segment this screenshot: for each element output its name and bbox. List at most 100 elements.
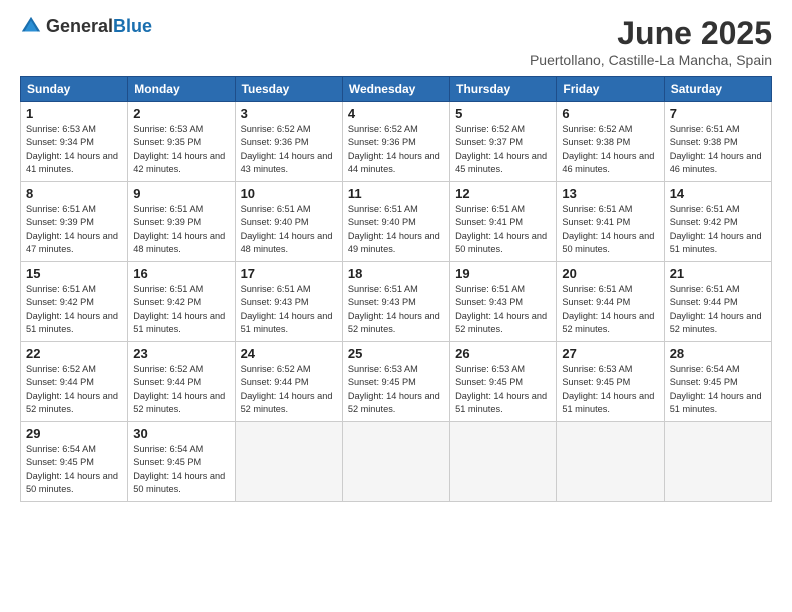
day-number: 24: [241, 346, 337, 361]
day-info: Sunrise: 6:51 AM Sunset: 9:40 PM Dayligh…: [348, 203, 444, 256]
day-number: 28: [670, 346, 766, 361]
day-number: 14: [670, 186, 766, 201]
day-number: 20: [562, 266, 658, 281]
day-info: Sunrise: 6:54 AM Sunset: 9:45 PM Dayligh…: [133, 443, 229, 496]
day-info: Sunrise: 6:51 AM Sunset: 9:42 PM Dayligh…: [670, 203, 766, 256]
month-title: June 2025: [530, 15, 772, 52]
day-number: 23: [133, 346, 229, 361]
empty-cell: [664, 422, 771, 502]
day-cell: 7 Sunrise: 6:51 AM Sunset: 9:38 PM Dayli…: [664, 102, 771, 182]
day-cell: 5 Sunrise: 6:52 AM Sunset: 9:37 PM Dayli…: [450, 102, 557, 182]
day-info: Sunrise: 6:53 AM Sunset: 9:45 PM Dayligh…: [348, 363, 444, 416]
day-info: Sunrise: 6:54 AM Sunset: 9:45 PM Dayligh…: [26, 443, 122, 496]
day-cell: 25 Sunrise: 6:53 AM Sunset: 9:45 PM Dayl…: [342, 342, 449, 422]
day-cell: 9 Sunrise: 6:51 AM Sunset: 9:39 PM Dayli…: [128, 182, 235, 262]
day-cell: 22 Sunrise: 6:52 AM Sunset: 9:44 PM Dayl…: [21, 342, 128, 422]
day-number: 15: [26, 266, 122, 281]
day-info: Sunrise: 6:51 AM Sunset: 9:40 PM Dayligh…: [241, 203, 337, 256]
day-info: Sunrise: 6:53 AM Sunset: 9:45 PM Dayligh…: [455, 363, 551, 416]
day-info: Sunrise: 6:51 AM Sunset: 9:43 PM Dayligh…: [241, 283, 337, 336]
day-number: 27: [562, 346, 658, 361]
day-info: Sunrise: 6:51 AM Sunset: 9:39 PM Dayligh…: [26, 203, 122, 256]
day-cell: 2 Sunrise: 6:53 AM Sunset: 9:35 PM Dayli…: [128, 102, 235, 182]
day-number: 22: [26, 346, 122, 361]
day-info: Sunrise: 6:51 AM Sunset: 9:43 PM Dayligh…: [455, 283, 551, 336]
day-number: 6: [562, 106, 658, 121]
day-cell: 4 Sunrise: 6:52 AM Sunset: 9:36 PM Dayli…: [342, 102, 449, 182]
day-number: 11: [348, 186, 444, 201]
day-number: 4: [348, 106, 444, 121]
day-cell: 29 Sunrise: 6:54 AM Sunset: 9:45 PM Dayl…: [21, 422, 128, 502]
empty-cell: [450, 422, 557, 502]
day-info: Sunrise: 6:52 AM Sunset: 9:44 PM Dayligh…: [26, 363, 122, 416]
day-cell: 28 Sunrise: 6:54 AM Sunset: 9:45 PM Dayl…: [664, 342, 771, 422]
day-number: 12: [455, 186, 551, 201]
day-info: Sunrise: 6:52 AM Sunset: 9:44 PM Dayligh…: [133, 363, 229, 416]
day-info: Sunrise: 6:51 AM Sunset: 9:41 PM Dayligh…: [562, 203, 658, 256]
day-info: Sunrise: 6:52 AM Sunset: 9:37 PM Dayligh…: [455, 123, 551, 176]
day-number: 3: [241, 106, 337, 121]
day-number: 9: [133, 186, 229, 201]
day-number: 10: [241, 186, 337, 201]
day-info: Sunrise: 6:52 AM Sunset: 9:44 PM Dayligh…: [241, 363, 337, 416]
day-cell: 1 Sunrise: 6:53 AM Sunset: 9:34 PM Dayli…: [21, 102, 128, 182]
day-cell: 13 Sunrise: 6:51 AM Sunset: 9:41 PM Dayl…: [557, 182, 664, 262]
logo-general: GeneralBlue: [46, 16, 152, 37]
day-info: Sunrise: 6:53 AM Sunset: 9:34 PM Dayligh…: [26, 123, 122, 176]
subtitle: Puertollano, Castille-La Mancha, Spain: [530, 52, 772, 68]
day-cell: 20 Sunrise: 6:51 AM Sunset: 9:44 PM Dayl…: [557, 262, 664, 342]
day-info: Sunrise: 6:52 AM Sunset: 9:36 PM Dayligh…: [348, 123, 444, 176]
logo: GeneralBlue: [20, 15, 152, 37]
day-cell: 17 Sunrise: 6:51 AM Sunset: 9:43 PM Dayl…: [235, 262, 342, 342]
day-cell: 8 Sunrise: 6:51 AM Sunset: 9:39 PM Dayli…: [21, 182, 128, 262]
empty-cell: [342, 422, 449, 502]
day-cell: 21 Sunrise: 6:51 AM Sunset: 9:44 PM Dayl…: [664, 262, 771, 342]
col-saturday: Saturday: [664, 77, 771, 102]
day-info: Sunrise: 6:53 AM Sunset: 9:45 PM Dayligh…: [562, 363, 658, 416]
day-number: 2: [133, 106, 229, 121]
calendar-table: Sunday Monday Tuesday Wednesday Thursday…: [20, 76, 772, 502]
header: GeneralBlue June 2025 Puertollano, Casti…: [20, 15, 772, 68]
day-info: Sunrise: 6:51 AM Sunset: 9:41 PM Dayligh…: [455, 203, 551, 256]
day-info: Sunrise: 6:51 AM Sunset: 9:42 PM Dayligh…: [26, 283, 122, 336]
col-wednesday: Wednesday: [342, 77, 449, 102]
day-info: Sunrise: 6:51 AM Sunset: 9:42 PM Dayligh…: [133, 283, 229, 336]
day-cell: 27 Sunrise: 6:53 AM Sunset: 9:45 PM Dayl…: [557, 342, 664, 422]
day-number: 18: [348, 266, 444, 281]
day-number: 21: [670, 266, 766, 281]
day-info: Sunrise: 6:51 AM Sunset: 9:43 PM Dayligh…: [348, 283, 444, 336]
day-cell: 14 Sunrise: 6:51 AM Sunset: 9:42 PM Dayl…: [664, 182, 771, 262]
col-tuesday: Tuesday: [235, 77, 342, 102]
day-cell: 3 Sunrise: 6:52 AM Sunset: 9:36 PM Dayli…: [235, 102, 342, 182]
day-number: 1: [26, 106, 122, 121]
day-cell: 10 Sunrise: 6:51 AM Sunset: 9:40 PM Dayl…: [235, 182, 342, 262]
day-number: 13: [562, 186, 658, 201]
day-cell: 11 Sunrise: 6:51 AM Sunset: 9:40 PM Dayl…: [342, 182, 449, 262]
day-cell: 23 Sunrise: 6:52 AM Sunset: 9:44 PM Dayl…: [128, 342, 235, 422]
day-cell: 16 Sunrise: 6:51 AM Sunset: 9:42 PM Dayl…: [128, 262, 235, 342]
col-thursday: Thursday: [450, 77, 557, 102]
logo-icon: [20, 15, 42, 37]
day-cell: 24 Sunrise: 6:52 AM Sunset: 9:44 PM Dayl…: [235, 342, 342, 422]
col-sunday: Sunday: [21, 77, 128, 102]
day-number: 19: [455, 266, 551, 281]
day-cell: 15 Sunrise: 6:51 AM Sunset: 9:42 PM Dayl…: [21, 262, 128, 342]
day-number: 30: [133, 426, 229, 441]
day-info: Sunrise: 6:51 AM Sunset: 9:39 PM Dayligh…: [133, 203, 229, 256]
title-block: June 2025 Puertollano, Castille-La Manch…: [530, 15, 772, 68]
page: GeneralBlue June 2025 Puertollano, Casti…: [0, 0, 792, 517]
day-cell: 6 Sunrise: 6:52 AM Sunset: 9:38 PM Dayli…: [557, 102, 664, 182]
col-monday: Monday: [128, 77, 235, 102]
day-info: Sunrise: 6:52 AM Sunset: 9:38 PM Dayligh…: [562, 123, 658, 176]
day-number: 29: [26, 426, 122, 441]
day-number: 5: [455, 106, 551, 121]
day-number: 8: [26, 186, 122, 201]
day-number: 26: [455, 346, 551, 361]
day-info: Sunrise: 6:51 AM Sunset: 9:38 PM Dayligh…: [670, 123, 766, 176]
empty-cell: [557, 422, 664, 502]
day-number: 16: [133, 266, 229, 281]
empty-cell: [235, 422, 342, 502]
day-info: Sunrise: 6:51 AM Sunset: 9:44 PM Dayligh…: [562, 283, 658, 336]
day-cell: 12 Sunrise: 6:51 AM Sunset: 9:41 PM Dayl…: [450, 182, 557, 262]
day-cell: 19 Sunrise: 6:51 AM Sunset: 9:43 PM Dayl…: [450, 262, 557, 342]
